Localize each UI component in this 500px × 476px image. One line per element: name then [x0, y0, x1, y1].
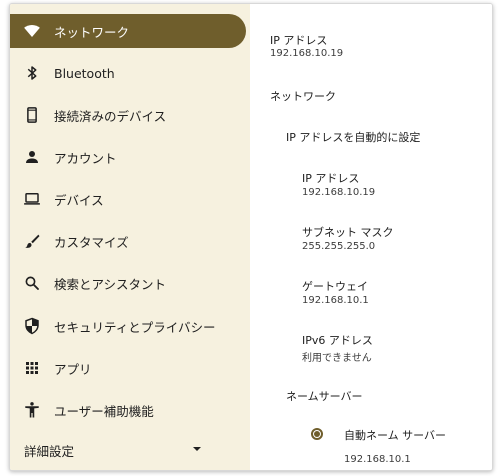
- sidebar-item-device[interactable]: デバイス: [10, 182, 246, 216]
- search-icon: [23, 274, 41, 292]
- sidebar-item-label: 接続済みのデバイス: [54, 108, 167, 124]
- sidebar-item-label: カスタマイズ: [54, 234, 129, 250]
- apps-grid-icon: [23, 359, 41, 377]
- sidebar-item-label: アプリ: [54, 361, 92, 377]
- accessibility-icon: [23, 401, 41, 419]
- person-icon: [23, 148, 41, 166]
- settings-window: ネットワーク Bluetooth 接続済みのデバイス アカウント デバイス カス…: [9, 3, 493, 471]
- sidebar-item-label: Bluetooth: [54, 65, 115, 81]
- chevron-down-icon: [193, 447, 201, 451]
- subnet-mask-label: サブネット マスク: [302, 226, 394, 239]
- gateway-value: 192.168.10.1: [302, 295, 369, 306]
- ip-address-heading: IP アドレス: [270, 34, 328, 47]
- sidebar-item-search-assistant[interactable]: 検索とアシスタント: [10, 266, 246, 300]
- advanced-settings-label: 詳細設定: [24, 444, 75, 459]
- sidebar-item-network[interactable]: ネットワーク: [10, 14, 246, 48]
- laptop-icon: [23, 190, 41, 208]
- network-section-title: ネットワーク: [270, 90, 336, 103]
- nameserver-label: ネームサーバー: [286, 390, 363, 403]
- sidebar-item-label: デバイス: [54, 192, 104, 208]
- sidebar-item-accessibility[interactable]: ユーザー補助機能: [10, 393, 246, 427]
- ip-address-label: IP アドレス: [302, 172, 360, 185]
- nameserver-value: 192.168.10.1: [344, 454, 411, 465]
- auto-nameserver-option-label[interactable]: 自動ネーム サーバー: [344, 427, 446, 443]
- network-details-panel: IP アドレス 192.168.10.19 ネットワーク IP アドレスを自動的…: [250, 4, 492, 470]
- sidebar: ネットワーク Bluetooth 接続済みのデバイス アカウント デバイス カス…: [10, 4, 250, 470]
- brush-icon: [23, 232, 41, 250]
- sidebar-item-security-privacy[interactable]: セキュリティとプライバシー: [10, 309, 246, 343]
- auto-ip-setting[interactable]: IP アドレスを自動的に設定: [286, 129, 420, 145]
- advanced-settings-toggle[interactable]: 詳細設定: [10, 432, 246, 466]
- bluetooth-icon: [23, 64, 41, 82]
- sidebar-item-label: 検索とアシスタント: [54, 276, 167, 292]
- subnet-mask-value: 255.255.255.0: [302, 241, 376, 252]
- ip-address-value: 192.168.10.19: [302, 187, 376, 198]
- sidebar-item-apps[interactable]: アプリ: [10, 351, 246, 385]
- phone-icon: [23, 106, 41, 124]
- sidebar-item-label: セキュリティとプライバシー: [54, 319, 216, 335]
- sidebar-item-label: ネットワーク: [54, 24, 130, 40]
- sidebar-item-label: ユーザー補助機能: [54, 403, 154, 419]
- sidebar-item-label: アカウント: [54, 150, 117, 166]
- wifi-icon: [23, 22, 41, 40]
- ipv6-address-value: 利用できません: [302, 353, 372, 364]
- ipv6-address-label: IPv6 アドレス: [302, 334, 373, 347]
- sidebar-item-personalization[interactable]: カスタマイズ: [10, 224, 246, 258]
- radio-selected-dot: [314, 431, 320, 437]
- auto-nameserver-radio[interactable]: [311, 428, 323, 440]
- sidebar-item-bluetooth[interactable]: Bluetooth: [10, 56, 246, 90]
- ip-address-heading-value: 192.168.10.19: [270, 48, 344, 59]
- shield-icon: [23, 317, 41, 335]
- gateway-label: ゲートウェイ: [302, 280, 368, 293]
- sidebar-item-accounts[interactable]: アカウント: [10, 140, 246, 174]
- sidebar-item-connected-devices[interactable]: 接続済みのデバイス: [10, 98, 246, 132]
